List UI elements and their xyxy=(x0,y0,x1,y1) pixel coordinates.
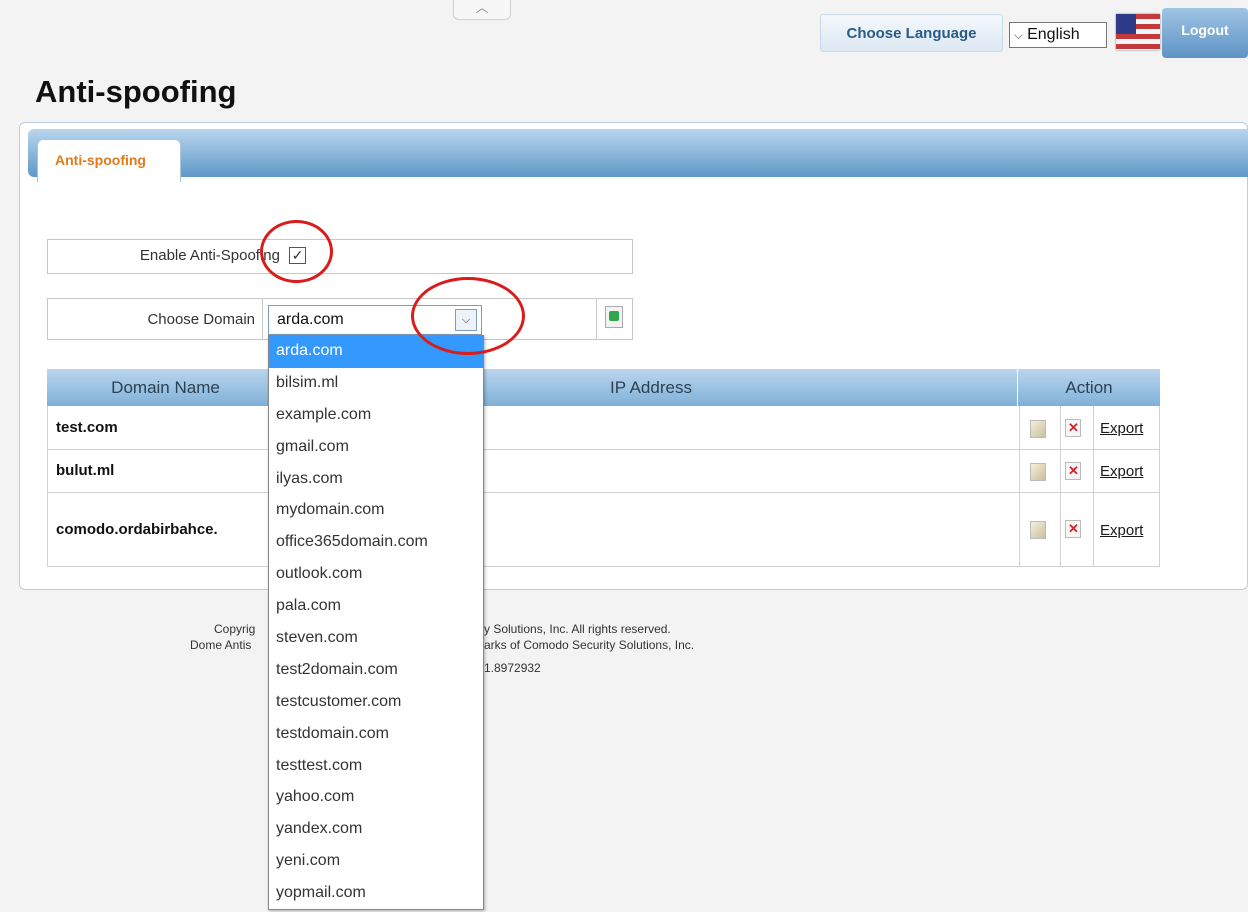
export-link[interactable]: Export xyxy=(1100,420,1143,437)
footer-version: 1.8972932 xyxy=(484,661,541,675)
footer-trademark-right: arks of Comodo Security Solutions, Inc. xyxy=(484,638,695,652)
column-header-domain-name: Domain Name xyxy=(47,369,285,406)
dropdown-option[interactable]: yopmail.com xyxy=(269,878,483,910)
annotation-circle xyxy=(411,277,525,355)
chevron-down-icon: ⌵ xyxy=(1014,28,1024,42)
domain-select-value: arda.com xyxy=(277,311,344,328)
dropdown-option[interactable]: pala.com xyxy=(269,591,483,623)
language-value: English xyxy=(1027,26,1080,43)
language-select[interactable]: ⌵ English xyxy=(1009,22,1107,48)
export-link[interactable]: Export xyxy=(1100,463,1143,480)
delete-icon[interactable] xyxy=(1065,419,1081,437)
edit-icon[interactable] xyxy=(1030,463,1046,481)
page-title: Anti-spoofing xyxy=(35,74,237,109)
enable-anti-spoofing-label: Enable Anti-Spoofing xyxy=(139,247,280,264)
domains-table-header: Domain Name IP Address Action xyxy=(47,369,1160,406)
dropdown-option[interactable]: test2domain.com xyxy=(269,655,483,687)
add-domain-icon[interactable] xyxy=(605,306,623,328)
footer-copyright-right: y Solutions, Inc. All rights reserved. xyxy=(484,622,671,636)
dropdown-option[interactable]: ilyas.com xyxy=(269,464,483,496)
dropdown-option[interactable]: yahoo.com xyxy=(269,782,483,814)
dropdown-option[interactable]: bilsim.ml xyxy=(269,368,483,400)
footer-copyright-left: Copyrig xyxy=(214,622,256,636)
edit-icon[interactable] xyxy=(1030,420,1046,438)
table-row: bulut.ml Export xyxy=(47,450,1160,493)
dropdown-option[interactable]: yeni.com xyxy=(269,846,483,878)
row-divider xyxy=(596,298,597,340)
dropdown-option[interactable]: gmail.com xyxy=(269,432,483,464)
column-header-action: Action xyxy=(1065,378,1113,397)
export-link[interactable]: Export xyxy=(1100,522,1143,539)
us-flag-icon xyxy=(1116,14,1160,50)
dropdown-option[interactable]: mydomain.com xyxy=(269,495,483,527)
tab-bar: Anti-spoofing xyxy=(28,129,1248,182)
dropdown-option[interactable]: example.com xyxy=(269,400,483,432)
tab-anti-spoofing[interactable]: Anti-spoofing xyxy=(37,139,181,182)
choose-language-label: Choose Language xyxy=(820,14,1003,52)
edit-icon[interactable] xyxy=(1030,521,1046,539)
dropdown-option[interactable]: office365domain.com xyxy=(269,527,483,559)
table-row: comodo.ordabirbahce. Export xyxy=(47,493,1160,567)
delete-icon[interactable] xyxy=(1065,462,1081,480)
row-domain-name: bulut.ml xyxy=(56,462,115,479)
footer-trademark-left: Dome Antis xyxy=(190,638,252,652)
choose-domain-label: Choose Domain xyxy=(147,311,255,328)
collapse-handle[interactable]: ︿ xyxy=(453,0,511,20)
row-domain-name: comodo.ordabirbahce. xyxy=(56,521,218,538)
domain-dropdown-list[interactable]: arda.com bilsim.ml example.com gmail.com ily… xyxy=(268,335,484,910)
dropdown-option[interactable]: steven.com xyxy=(269,623,483,655)
logout-button[interactable]: Logout xyxy=(1162,8,1248,58)
dropdown-option[interactable]: outlook.com xyxy=(269,559,483,591)
table-row: test.com Export xyxy=(47,406,1160,450)
annotation-circle xyxy=(260,220,333,283)
row-divider xyxy=(262,298,263,340)
dropdown-option[interactable]: testtest.com xyxy=(269,751,483,783)
dropdown-option[interactable]: testdomain.com xyxy=(269,719,483,751)
delete-icon[interactable] xyxy=(1065,520,1081,538)
row-domain-name: test.com xyxy=(56,419,118,436)
dropdown-option[interactable]: yandex.com xyxy=(269,814,483,846)
dropdown-option[interactable]: testcustomer.com xyxy=(269,687,483,719)
